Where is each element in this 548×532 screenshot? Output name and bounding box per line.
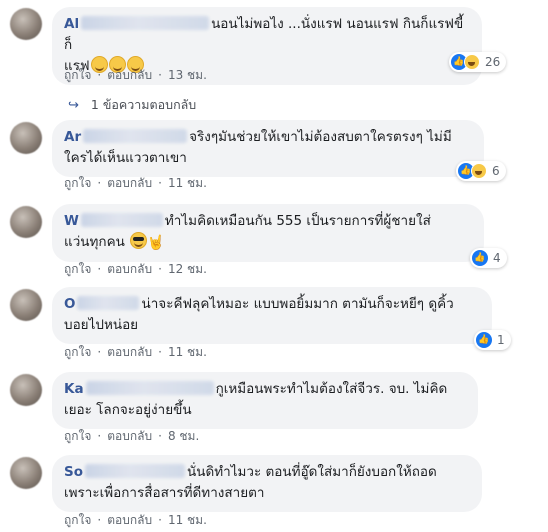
reply-link[interactable]: ตอบกลับ bbox=[107, 176, 152, 190]
comment-text-line2: ใครได้เห็นแววตาเขา bbox=[64, 150, 187, 166]
timestamp[interactable]: 11 ชม. bbox=[168, 513, 207, 527]
comment-text-line2: แว่นทุกคน bbox=[64, 234, 125, 250]
rock-hand-icon: 🤘 bbox=[147, 235, 165, 251]
comment-text: น่าจะคีฟลุคไหมอะ แบบพอยิ้มมาก ตามันก็จะห… bbox=[141, 296, 454, 312]
reaction-summary[interactable]: 👍 26 bbox=[449, 52, 507, 72]
redacted-name bbox=[80, 213, 163, 227]
avatar[interactable] bbox=[10, 457, 42, 489]
like-link[interactable]: ถูกใจ bbox=[64, 176, 91, 190]
comment-actions: ถูกใจ · ตอบกลับ · 11 ชม. bbox=[64, 345, 207, 359]
comment-bubble: So นั่นดิทำไมวะ ตอนที่อู๊ดใส่มาก็ยังบอกให… bbox=[52, 455, 482, 512]
timestamp[interactable]: 11 ชม. bbox=[168, 345, 207, 359]
comment-author[interactable]: Ka bbox=[64, 381, 84, 397]
comment-text-line2: บอยไปหน่อย bbox=[64, 317, 139, 333]
comment-bubble: Ka กูเหมือนพระทำไมต้องใส่จีวร. จบ. ไม่คิด… bbox=[52, 372, 478, 429]
comment-text: นั่นดิทำไมวะ ตอนที่อู๊ดใส่มาก็ยังบอกให้ถ… bbox=[187, 464, 437, 480]
avatar[interactable] bbox=[10, 289, 42, 321]
comment-author[interactable]: Al bbox=[64, 16, 79, 32]
reaction-count: 4 bbox=[493, 251, 501, 265]
comment-actions: ถูกใจ · ตอบกลับ · 12 ชม. bbox=[64, 262, 207, 276]
like-link[interactable]: ถูกใจ bbox=[64, 345, 91, 359]
view-replies[interactable]: ↪ 1 ข้อความตอบกลับ bbox=[68, 95, 196, 115]
redacted-name bbox=[85, 381, 214, 395]
redacted-name bbox=[77, 296, 140, 310]
redacted-name bbox=[85, 464, 185, 478]
avatar[interactable] bbox=[10, 206, 42, 238]
reply-arrow-icon: ↪ bbox=[68, 97, 79, 113]
sunglasses-emoji-icon bbox=[130, 232, 148, 249]
comment-actions: ถูกใจ · ตอบกลับ · 11 ชม. bbox=[64, 176, 207, 190]
reaction-count: 26 bbox=[485, 55, 501, 69]
comment-bubble: Ar จริงๆมันช่วยให้เขาไม่ต้องสบตาใครตรงๆ ไ… bbox=[52, 120, 484, 177]
comment-text: กูเหมือนพระทำไมต้องใส่จีวร. จบ. ไม่คิด bbox=[215, 381, 448, 397]
reaction-summary[interactable]: 👍 4 bbox=[470, 248, 507, 268]
comment-text-line2: เพราะเพื่อการสื่อสารที่ดีทางสายตา bbox=[64, 485, 265, 501]
avatar[interactable] bbox=[10, 374, 42, 406]
reaction-summary[interactable]: 👍 6 bbox=[456, 161, 506, 181]
comment-actions: ถูกใจ · ตอบกลับ · 8 ชม. bbox=[64, 429, 200, 443]
comment-author[interactable]: W bbox=[64, 213, 79, 229]
redacted-name bbox=[81, 16, 210, 30]
reply-link[interactable]: ตอบกลับ bbox=[107, 262, 152, 276]
like-link[interactable]: ถูกใจ bbox=[64, 513, 91, 527]
comment-text: จริงๆมันช่วยให้เขาไม่ต้องสบตาใครตรงๆ ไม่… bbox=[189, 129, 452, 145]
reply-link[interactable]: ตอบกลับ bbox=[107, 68, 152, 82]
timestamp[interactable]: 11 ชม. bbox=[168, 176, 207, 190]
avatar[interactable] bbox=[10, 8, 42, 40]
comment-text: ทำไมคิดเหมือนกัน 555 เป็นรายการที่ผู้ชาย… bbox=[164, 213, 431, 229]
like-link[interactable]: ถูกใจ bbox=[64, 429, 91, 443]
comment-author[interactable]: So bbox=[64, 464, 83, 480]
thumbs-up-icon: 👍 bbox=[476, 332, 492, 348]
redacted-name bbox=[83, 129, 188, 143]
avatar[interactable] bbox=[10, 122, 42, 154]
comment-bubble: O น่าจะคีฟลุคไหมอะ แบบพอยิ้มมาก ตามันก็จะ… bbox=[52, 287, 492, 344]
thumbs-up-icon: 👍 bbox=[472, 250, 488, 266]
comment-actions: ถูกใจ · ตอบกลับ · 13 ชม. bbox=[64, 68, 207, 82]
timestamp[interactable]: 13 ชม. bbox=[168, 68, 207, 82]
like-link[interactable]: ถูกใจ bbox=[64, 262, 91, 276]
reaction-count: 6 bbox=[492, 164, 500, 178]
comment-bubble: W ทำไมคิดเหมือนกัน 555 เป็นรายการที่ผู้ชา… bbox=[52, 204, 484, 262]
reply-link[interactable]: ตอบกลับ bbox=[107, 345, 152, 359]
reaction-count: 1 bbox=[497, 333, 505, 347]
timestamp[interactable]: 8 ชม. bbox=[168, 429, 199, 443]
laughing-face-icon bbox=[464, 54, 480, 70]
reaction-summary[interactable]: 👍 1 bbox=[474, 330, 511, 350]
reply-link[interactable]: ตอบกลับ bbox=[107, 513, 152, 527]
timestamp[interactable]: 12 ชม. bbox=[168, 262, 207, 276]
comment-author[interactable]: O bbox=[64, 296, 75, 312]
comment-author[interactable]: Ar bbox=[64, 129, 81, 145]
like-link[interactable]: ถูกใจ bbox=[64, 68, 91, 82]
comment-actions: ถูกใจ · ตอบกลับ · 11 ชม. bbox=[64, 513, 207, 527]
reply-count[interactable]: 1 ข้อความตอบกลับ bbox=[91, 95, 196, 115]
reply-link[interactable]: ตอบกลับ bbox=[107, 429, 152, 443]
comment-text-line2: เยอะ โลกจะอยู่ง่ายขึ้น bbox=[64, 402, 192, 418]
laughing-face-icon bbox=[471, 163, 487, 179]
